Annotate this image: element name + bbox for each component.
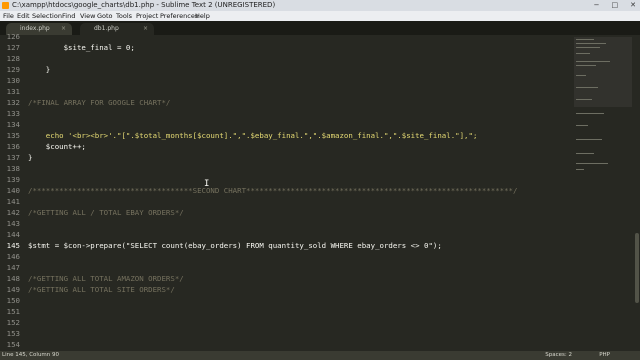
line-number: 148 [6,274,20,283]
minimap-line [576,169,584,170]
minimap[interactable] [574,35,634,351]
line-number: 129 [6,65,20,74]
minimap-line [576,65,596,66]
line-number: 132 [6,98,20,107]
line-number: 143 [6,219,20,228]
menu-selection[interactable]: Selection [32,11,62,21]
code-line: $site_final = 0; [28,43,135,52]
line-number: 127 [6,43,20,52]
window-title: C:\xampp\htdocs\google_charts\db1.php - … [12,1,276,9]
line-number: 149 [6,285,20,294]
minimap-line [576,125,588,126]
menu-edit[interactable]: Edit [17,11,30,21]
line-number: 133 [6,109,20,118]
tab-label: db1.php [94,25,119,32]
menu-tools[interactable]: Tools [116,11,132,21]
line-number: 130 [6,76,20,85]
line-number: 135 [6,131,20,140]
menu-file[interactable]: File [3,11,14,21]
line-number: 131 [6,87,20,96]
minimap-line [576,43,606,44]
menu-find[interactable]: Find [62,11,75,21]
code-comment: /*FINAL ARRAY FOR GOOGLE CHART*/ [28,98,171,107]
code-line: } [28,65,51,74]
line-number: 140 [6,186,20,195]
minimap-line [576,163,608,164]
tab-close-icon[interactable]: × [143,23,148,35]
close-button[interactable]: ✕ [630,0,636,11]
code-comment: /*GETTING ALL TOTAL SITE ORDERS*/ [28,285,175,294]
line-number: 128 [6,54,20,63]
status-bar: Line 145, Column 90 Spaces: 2 PHP [0,351,640,360]
line-number-gutter: 126 127 128 129 130 131 132 133 134 135 … [0,32,22,351]
minimap-line [576,87,598,88]
tab-label: index.php [20,25,50,32]
minimap-line [576,153,594,154]
line-number: 126 [6,32,20,41]
line-number: 138 [6,164,20,173]
cursor-position: Line 145, Column 90 [2,352,60,358]
line-number: 142 [6,208,20,217]
minimap-line [576,47,600,48]
tab-bar: index.php × db1.php × [0,21,640,35]
line-number: 141 [6,197,20,206]
minimap-line [576,53,590,54]
line-number: 137 [6,153,20,162]
line-number-active: 145 [6,241,20,250]
code-line: } [28,153,33,162]
tab-db1-php[interactable]: db1.php × [80,23,154,35]
code-comment-banner: /************************************SEC… [28,186,518,195]
maximize-button[interactable]: □ [612,0,619,11]
code-comment: /*GETTING ALL / TOTAL EBAY ORDERS*/ [28,208,184,217]
window-controls: − □ ✕ [594,0,636,11]
line-number: 153 [6,329,20,338]
code-line-echo: echo '<br><br>'."[".$total_months[$count… [28,131,478,140]
menu-preferences[interactable]: Preferences [160,11,198,21]
line-number: 134 [6,120,20,129]
line-number: 146 [6,252,20,261]
syntax-mode[interactable]: PHP [599,351,610,360]
line-number: 139 [6,175,20,184]
line-number: 150 [6,296,20,305]
minimap-line [576,61,610,62]
menu-project[interactable]: Project [136,11,158,21]
vertical-scrollbar[interactable] [635,35,639,351]
scrollbar-thumb[interactable] [635,233,639,303]
line-number: 154 [6,340,20,349]
mouse-cursor-ibeam-icon: I [204,179,210,189]
code-line: $count++; [28,142,86,151]
line-number: 151 [6,307,20,316]
line-number: 152 [6,318,20,327]
sublime-app-icon [2,2,9,9]
indentation-setting[interactable]: Spaces: 2 [545,351,572,360]
minimap-line [576,99,592,100]
minimap-line [576,113,604,114]
menu-help[interactable]: Help [195,11,210,21]
line-number: 144 [6,230,20,239]
tab-close-icon[interactable]: × [61,23,66,35]
minimap-line [576,139,602,140]
minimize-button[interactable]: − [594,0,600,11]
code-line-active: $stmt = $con->prepare("SELECT count(ebay… [28,241,442,250]
code-comment: /*GETTING ALL TOTAL AMAZON ORDERS*/ [28,274,184,283]
menu-view[interactable]: View [80,11,95,21]
minimap-line [576,75,586,76]
minimap-line [576,39,594,40]
line-number: 147 [6,263,20,272]
line-number: 136 [6,142,20,151]
code-editor[interactable]: $site_final = 0; } /*FINAL ARRAY FOR GOO… [22,35,570,351]
menu-goto[interactable]: Goto [97,11,113,21]
